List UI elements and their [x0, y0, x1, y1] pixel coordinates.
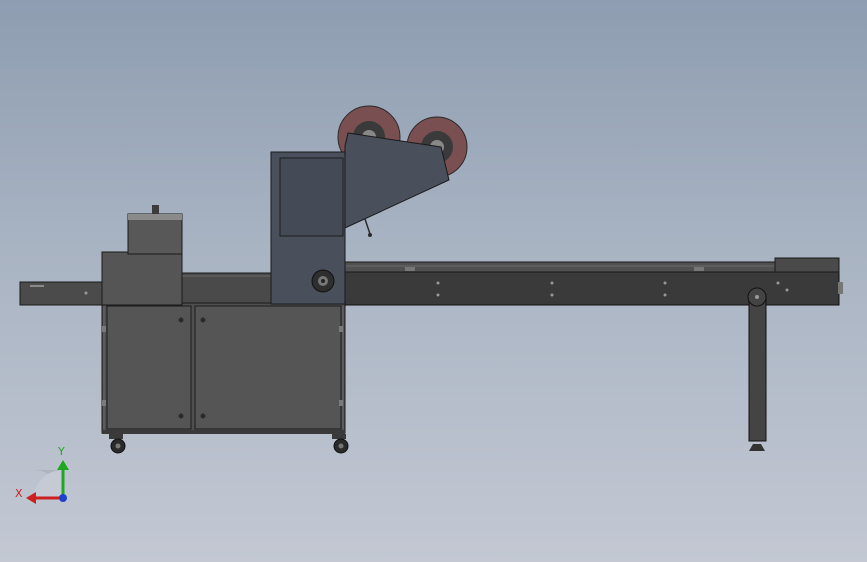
access-panel: [279, 157, 344, 237]
cad-viewport[interactable]: Y X: [0, 0, 867, 562]
z-axis-dot: [59, 494, 67, 502]
machine-drawing: Y X: [15, 105, 843, 504]
coordinate-triad: Y X: [15, 445, 69, 504]
cabinet-door-right: [194, 305, 342, 430]
cabinet-base[interactable]: [101, 302, 346, 434]
main-frame-beam: [181, 272, 275, 306]
y-axis-label: Y: [57, 445, 65, 458]
sealing-head-column[interactable]: [270, 151, 346, 305]
cabinet-door-left: [106, 305, 192, 430]
conveyor-support-leg: [747, 287, 767, 451]
caster-wheel-right: [332, 434, 349, 454]
knob: [152, 205, 159, 214]
outfeed-conveyor[interactable]: [344, 257, 843, 306]
x-axis-label: X: [15, 487, 23, 500]
film-feed-cover[interactable]: [344, 132, 450, 237]
feed-housing-lower[interactable]: [101, 251, 183, 306]
feed-housing-upper[interactable]: [127, 205, 183, 255]
infeed-conveyor[interactable]: [19, 281, 103, 306]
caster-wheel-left: [109, 434, 126, 454]
